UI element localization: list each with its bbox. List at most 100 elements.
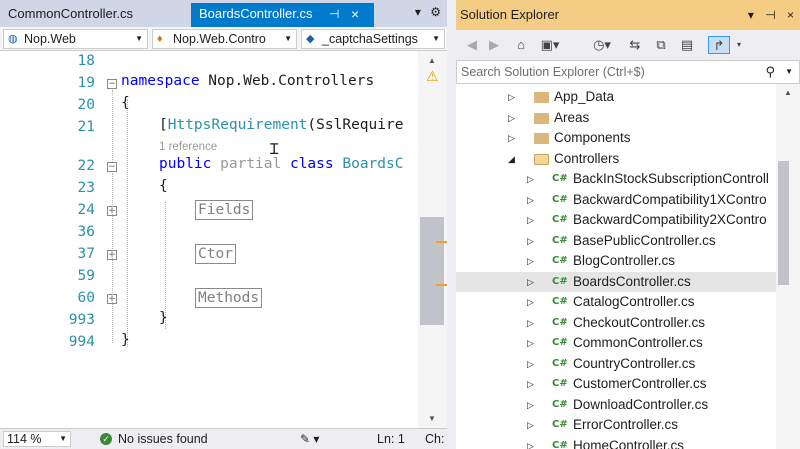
- close-icon[interactable]: ×: [351, 3, 359, 25]
- tab-boards-controller[interactable]: BoardsController.cs ⊣ ×: [191, 3, 374, 27]
- home-icon[interactable]: ⌂: [512, 36, 530, 54]
- pin-icon[interactable]: ⊣: [329, 3, 339, 25]
- tree-item-label: HomeController.cs: [573, 437, 685, 449]
- attribute-bracket: [: [159, 117, 168, 133]
- collapsed-arrow-icon[interactable]: ▷: [527, 272, 534, 292]
- search-icon[interactable]: ⚲: [765, 61, 775, 83]
- collapsed-arrow-icon[interactable]: ▷: [508, 128, 515, 148]
- back-arrow-icon[interactable]: ◀: [464, 36, 480, 54]
- tree-file-item[interactable]: ▷ C# BasePublicController.cs: [456, 231, 776, 251]
- tree-file-item[interactable]: ▷ C# CatalogController.cs: [456, 292, 776, 312]
- scrollbar-thumb[interactable]: [420, 217, 444, 325]
- search-placeholder: Search Solution Explorer (Ctrl+$): [461, 65, 645, 79]
- tree-folder-item[interactable]: ◢ Controllers: [456, 149, 776, 169]
- tree-file-item[interactable]: ▷ C# BackwardCompatibility1XContro: [456, 190, 776, 210]
- zoom-dropdown[interactable]: 114 % ▼: [3, 431, 71, 447]
- code-line-994: }: [121, 332, 130, 348]
- collapsed-arrow-icon[interactable]: ▷: [527, 354, 534, 374]
- project-dropdown[interactable]: ◍ Nop.Web ▼: [3, 29, 148, 49]
- csharp-file-icon: C#: [552, 173, 568, 184]
- collapsed-region-ctor[interactable]: Ctor: [195, 244, 236, 264]
- collapsed-arrow-icon[interactable]: ▷: [527, 436, 534, 449]
- tree-file-item[interactable]: ▷ C# CustomerController.cs: [456, 374, 776, 394]
- issues-status[interactable]: No issues found: [118, 429, 208, 449]
- tree-file-item[interactable]: ▷ C# ErrorController.cs: [456, 415, 776, 435]
- warning-icon[interactable]: ⚠: [426, 69, 440, 83]
- csharp-file-icon: C#: [552, 234, 568, 246]
- csharp-file-icon: C#: [552, 378, 568, 389]
- class-name: BoardsC: [342, 156, 404, 172]
- collapsed-arrow-icon[interactable]: ▷: [527, 251, 534, 271]
- tree-file-item[interactable]: ▷ C# BlogController.cs: [456, 251, 776, 271]
- type-dropdown[interactable]: ♦ Nop.Web.Contro ▼: [152, 29, 297, 49]
- collapsed-arrow-icon[interactable]: ▷: [527, 415, 534, 435]
- editor-vertical-scrollbar[interactable]: ▲ ⚠ ▼: [418, 51, 447, 428]
- collapse-toggle[interactable]: −: [107, 79, 117, 89]
- tab-common-controller[interactable]: CommonController.cs: [0, 3, 188, 27]
- solution-explorer-search[interactable]: Search Solution Explorer (Ctrl+$) ⚲ ▼: [456, 60, 800, 84]
- collapsed-arrow-icon[interactable]: ▷: [527, 292, 534, 312]
- window-position-dropdown-icon[interactable]: ▾: [748, 8, 754, 22]
- tree-file-item[interactable]: ▷ C# HomeController.cs: [456, 436, 776, 449]
- forward-arrow-icon[interactable]: ▶: [486, 36, 502, 54]
- tree-file-item[interactable]: ▷ C# BackInStockSubscriptionControll: [456, 169, 776, 189]
- pane-splitter[interactable]: [447, 0, 456, 449]
- collapsed-region-fields[interactable]: Fields: [195, 200, 254, 220]
- text-cursor-icon: Ɪ: [270, 140, 279, 158]
- pin-icon[interactable]: ⊣: [765, 8, 775, 22]
- gear-icon[interactable]: ⚙: [430, 5, 441, 19]
- member-dropdown[interactable]: ◆ _captchaSettings ▼: [301, 29, 445, 49]
- namespace-name: Nop.Web.Controllers: [199, 73, 375, 89]
- collapsed-arrow-icon[interactable]: ▷: [508, 108, 515, 128]
- line-number: 994: [68, 334, 95, 350]
- code-text-area[interactable]: 18 19 20 21 22 23 24 36 37 59 60 993 994…: [0, 51, 418, 428]
- tree-folder-item[interactable]: ▷ Components: [456, 128, 776, 148]
- chevron-down-icon[interactable]: ▼: [785, 61, 793, 83]
- tree-file-item[interactable]: ▷ C# CountryController.cs: [456, 354, 776, 374]
- collapsed-arrow-icon[interactable]: ▷: [527, 395, 534, 415]
- collapse-toggle[interactable]: −: [107, 162, 117, 172]
- collapse-all-icon[interactable]: ⧉: [652, 36, 670, 54]
- preview-selected-icon[interactable]: ↱: [708, 36, 730, 54]
- tab-label: CommonController.cs: [8, 6, 133, 21]
- expanded-arrow-icon[interactable]: ◢: [508, 149, 515, 169]
- tab-list-dropdown-icon[interactable]: ▾: [415, 5, 421, 19]
- tree-file-item[interactable]: ▷ C# CheckoutController.cs: [456, 313, 776, 333]
- history-icon[interactable]: ◷▾: [590, 36, 614, 54]
- codelens-references[interactable]: 1 reference: [159, 141, 217, 153]
- collapsed-arrow-icon[interactable]: ▷: [527, 190, 534, 210]
- collapsed-arrow-icon[interactable]: ▷: [527, 313, 534, 333]
- collapsed-arrow-icon[interactable]: ▷: [527, 374, 534, 394]
- folder-open-icon: [534, 153, 549, 165]
- tree-folder-item[interactable]: ▷ Areas: [456, 108, 776, 128]
- editor-status-bar: 114 % ▼ ✓ No issues found ✎ ▾ Ln: 1 Ch:: [0, 428, 447, 449]
- collapsed-arrow-icon[interactable]: ▷: [527, 169, 534, 189]
- document-tab-bar: CommonController.cs BoardsController.cs …: [0, 0, 447, 27]
- sync-icon[interactable]: ⇆: [626, 36, 644, 54]
- solution-explorer-scrollbar[interactable]: ▲: [776, 84, 800, 449]
- collapsed-arrow-icon[interactable]: ▷: [527, 231, 534, 251]
- keyword: class: [289, 156, 334, 172]
- chevron-down-icon: ▼: [432, 34, 440, 43]
- collapsed-arrow-icon[interactable]: ▷: [527, 210, 534, 230]
- scrollbar-thumb[interactable]: [778, 161, 789, 285]
- collapsed-arrow-icon[interactable]: ▷: [527, 333, 534, 353]
- collapsed-region-methods[interactable]: Methods: [195, 288, 263, 308]
- tree-file-item[interactable]: ▷ C# BoardsController.cs: [456, 271, 776, 292]
- tree-file-item[interactable]: ▷ C# CommonController.cs: [456, 333, 776, 353]
- code-cleanup-icon[interactable]: ✎ ▾: [300, 429, 319, 449]
- tree-folder-item[interactable]: ▷ App_Data: [456, 87, 776, 107]
- collapsed-arrow-icon[interactable]: ▷: [508, 87, 515, 107]
- tree-file-item[interactable]: ▷ C# BackwardCompatibility2XContro: [456, 210, 776, 230]
- tree-item-label: DownloadController.cs: [573, 396, 709, 412]
- tree-item-label: Areas: [554, 109, 590, 125]
- close-icon[interactable]: ×: [787, 8, 794, 22]
- switch-views-icon[interactable]: ▣▾: [538, 36, 562, 54]
- show-all-files-icon[interactable]: ▤: [678, 36, 696, 54]
- scroll-up-arrow-icon[interactable]: ▲: [428, 56, 436, 65]
- attribute-name: HttpsRequirement: [167, 117, 308, 133]
- scroll-up-arrow-icon[interactable]: ▲: [784, 88, 792, 97]
- tree-file-item[interactable]: ▷ C# DownloadController.cs: [456, 395, 776, 415]
- scroll-down-arrow-icon[interactable]: ▼: [428, 414, 436, 423]
- chevron-down-icon[interactable]: ▾: [734, 36, 744, 54]
